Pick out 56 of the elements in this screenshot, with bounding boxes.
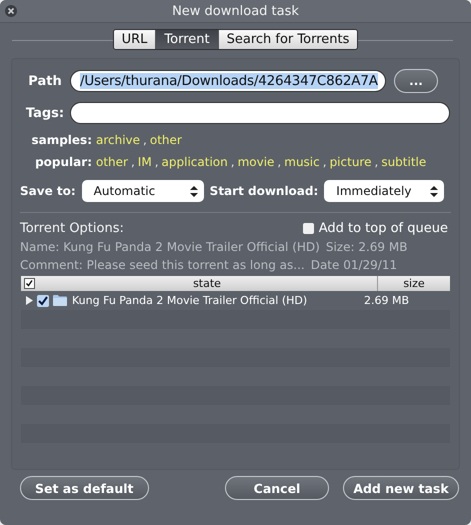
disclosure-triangle-icon[interactable]	[25, 296, 34, 305]
close-button[interactable]	[5, 5, 17, 17]
tag-link[interactable]: subtitle	[381, 155, 426, 169]
set-default-button[interactable]: Set as default	[20, 476, 148, 500]
table-cell: Kung Fu Panda 2 Movie Trailer Official (HD)	[72, 294, 308, 307]
field-label: Start download:	[210, 184, 318, 198]
tab[interactable]: URL	[114, 30, 156, 49]
tag-link[interactable]: other	[150, 133, 182, 147]
dropdown[interactable]: Immediately	[324, 180, 444, 202]
check-icon	[37, 294, 49, 306]
tag-link[interactable]: other	[96, 155, 128, 169]
tag-link[interactable]: archive	[96, 133, 140, 147]
separator: ,	[230, 155, 235, 169]
tab[interactable]: Torrent	[156, 30, 219, 49]
browse-button[interactable]: ...	[394, 69, 438, 93]
close-icon	[5, 5, 17, 17]
field-label: Tags:	[24, 106, 66, 120]
updown-arrows-icon	[430, 186, 438, 196]
tag-link[interactable]: application	[162, 155, 228, 169]
separator: ,	[322, 155, 327, 169]
tag-link[interactable]: music	[284, 155, 320, 169]
checkbox-label: Add to top of queue	[318, 221, 448, 236]
info-text: Size: 2.69 MB	[326, 240, 408, 254]
checkbox[interactable]	[302, 223, 314, 234]
separator: ,	[143, 133, 147, 147]
window-title: New download task	[171, 4, 300, 18]
dropdown-value: Automatic	[94, 184, 156, 198]
folder-icon	[53, 294, 67, 307]
updown-arrows-icon	[190, 186, 198, 196]
info-text: Date 01/29/11	[310, 258, 398, 272]
table-cell-text: 2.69 MB	[364, 293, 410, 309]
cancel-button[interactable]: Cancel	[225, 476, 329, 500]
checkbox[interactable]	[37, 294, 49, 306]
tab[interactable]: Search for Torrents	[218, 30, 358, 49]
info-text: Comment: Please seed this torrent as long as...	[20, 258, 305, 272]
field-value: /Users/thurana/Downloads/4264347C862A7A	[80, 73, 378, 89]
section-title: Torrent Options:	[20, 221, 124, 236]
path-field[interactable]: /Users/thurana/Downloads/4264347C862A7A	[70, 70, 386, 92]
tag-group-label: popular:	[34, 155, 92, 169]
field-label: Path	[27, 74, 63, 88]
tag-group-label: samples:	[30, 133, 92, 147]
separator: ,	[130, 155, 135, 169]
separator: ,	[374, 155, 378, 169]
tags-field[interactable]	[70, 102, 450, 124]
separator: ,	[154, 155, 159, 169]
info-text: Name: Kung Fu Panda 2 Movie Trailer Official (HD)	[20, 240, 320, 254]
column-header[interactable]: size	[378, 276, 450, 291]
dropdown-value: Immediately	[336, 184, 412, 198]
dropdown[interactable]: Automatic	[82, 180, 204, 202]
check-icon	[24, 279, 34, 288]
tag-link[interactable]: picture	[330, 155, 372, 169]
tag-link[interactable]: movie	[238, 155, 274, 169]
field-label: Save to:	[20, 184, 76, 198]
add-task-button[interactable]: Add new task	[343, 476, 459, 500]
tag-link[interactable]: IM	[138, 155, 152, 169]
separator: ,	[277, 155, 282, 169]
